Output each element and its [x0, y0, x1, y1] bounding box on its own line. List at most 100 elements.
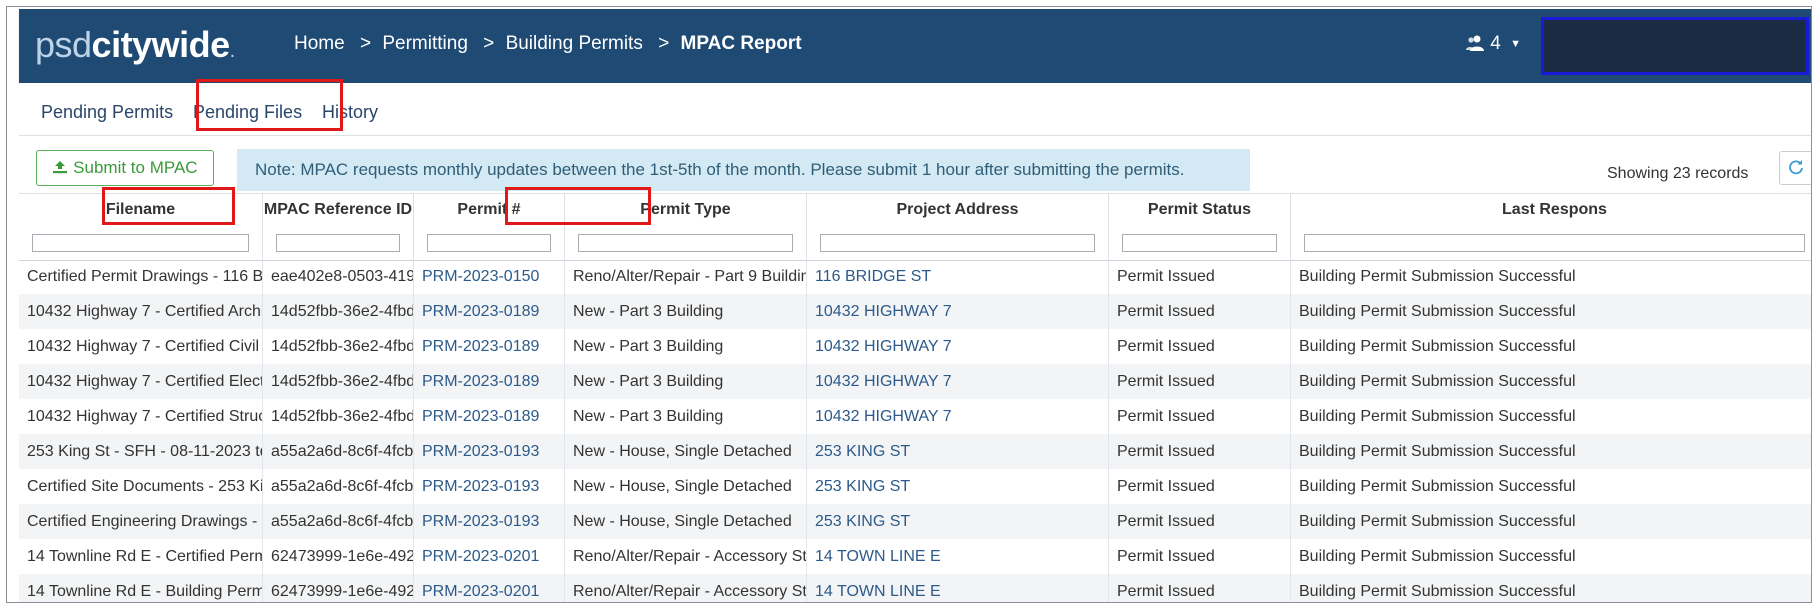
cell-filename: 10432 Highway 7 - Certified Structu... — [19, 399, 263, 434]
cell-project-address[interactable]: 10432 HIGHWAY 7 — [807, 399, 1109, 434]
cell-permit-number[interactable]: PRM-2023-0193 — [414, 504, 565, 539]
cell-permit-number[interactable]: PRM-2023-0189 — [414, 329, 565, 364]
table-row[interactable]: Certified Permit Drawings - 116 Bri... ea… — [19, 259, 1811, 294]
cell-permit-number[interactable]: PRM-2023-0150 — [414, 259, 565, 294]
column-header[interactable]: MPAC Reference ID — [263, 194, 414, 260]
upload-icon — [52, 158, 73, 177]
cell-last-response: Building Permit Submission Successful — [1291, 364, 1811, 399]
cell-permit-number[interactable]: PRM-2023-0189 — [414, 364, 565, 399]
files-table: Filename MPAC Reference ID Permit # Perm… — [19, 193, 1811, 602]
cell-mpac-reference: 14d52fbb-36e2-4fbd... — [263, 399, 414, 434]
cell-project-address[interactable]: 14 TOWN LINE E — [807, 539, 1109, 574]
cell-project-address[interactable]: 10432 HIGHWAY 7 — [807, 329, 1109, 364]
cell-permit-status: Permit Issued — [1109, 574, 1291, 602]
cell-mpac-reference: eae402e8-0503-419... — [263, 259, 414, 294]
submit-to-mpac-button[interactable]: Submit to MPAC — [36, 150, 214, 186]
cell-project-address[interactable]: 253 KING ST — [807, 434, 1109, 469]
breadcrumb-current: MPAC Report — [680, 33, 802, 54]
filter-input-last-response[interactable] — [1304, 234, 1805, 252]
filter-input-permit-number[interactable] — [427, 234, 551, 252]
cell-project-address[interactable]: 253 KING ST — [807, 469, 1109, 504]
cell-project-address[interactable]: 14 TOWN LINE E — [807, 574, 1109, 602]
breadcrumb-separator: > — [359, 33, 372, 54]
cell-last-response: Building Permit Submission Successful — [1291, 504, 1811, 539]
cell-permit-status: Permit Issued — [1109, 539, 1291, 574]
cell-permit-type: New - House, Single Detached — [565, 434, 807, 469]
cell-permit-number[interactable]: PRM-2023-0201 — [414, 539, 565, 574]
cell-permit-type: New - Part 3 Building — [565, 399, 807, 434]
cell-last-response: Building Permit Submission Successful — [1291, 329, 1811, 364]
cell-last-response: Building Permit Submission Successful — [1291, 434, 1811, 469]
table-row[interactable]: 10432 Highway 7 - Certified Civil Dr...1… — [19, 329, 1811, 364]
table-row[interactable]: Certified Site Documents - 253 King...a5… — [19, 469, 1811, 504]
column-header[interactable]: Last Respons — [1291, 194, 1811, 260]
filter-input-project-address[interactable] — [820, 234, 1095, 252]
info-note: Note: MPAC requests monthly updates betw… — [237, 149, 1250, 191]
table-row[interactable]: 10432 Highway 7 - Certified Structu...14… — [19, 399, 1811, 434]
cell-filename: 14 Townline Rd E - Building Permit.... — [19, 574, 263, 602]
table-row[interactable]: 10432 Highway 7 - Certified Electric...1… — [19, 364, 1811, 399]
cell-permit-number[interactable]: PRM-2023-0193 — [414, 434, 565, 469]
table-row[interactable]: 10432 Highway 7 - Certified Archite...14… — [19, 294, 1811, 329]
cell-permit-status: Permit Issued — [1109, 399, 1291, 434]
breadcrumb-building-permits[interactable]: Building Permits — [506, 33, 643, 54]
cell-project-address[interactable]: 253 KING ST — [807, 504, 1109, 539]
cell-mpac-reference: 14d52fbb-36e2-4fbd... — [263, 329, 414, 364]
cell-project-address[interactable]: 10432 HIGHWAY 7 — [807, 364, 1109, 399]
users-icon — [1465, 33, 1490, 54]
cell-project-address[interactable]: 10432 HIGHWAY 7 — [807, 294, 1109, 329]
cell-filename: Certified Permit Drawings - 116 Bri... — [19, 259, 263, 294]
cell-permit-number[interactable]: PRM-2023-0193 — [414, 469, 565, 504]
record-count: Showing 23 records — [1607, 165, 1749, 182]
tab-pending-permits[interactable]: Pending Permits — [41, 101, 173, 123]
cell-permit-status: Permit Issued — [1109, 364, 1291, 399]
filter-input-mpac-reference[interactable] — [276, 234, 400, 252]
highlight-box-permit-number — [505, 187, 651, 225]
cell-project-address[interactable]: 116 BRIDGE ST — [807, 259, 1109, 294]
cell-permit-type: New - Part 3 Building — [565, 329, 807, 364]
cell-mpac-reference: a55a2a6d-8c6f-4fcb-... — [263, 434, 414, 469]
cell-permit-status: Permit Issued — [1109, 259, 1291, 294]
cell-permit-type: Reno/Alter/Repair - Accessory Stru... — [565, 574, 807, 602]
filter-input-permit-type[interactable] — [578, 234, 793, 252]
table-row[interactable]: Certified Engineering Drawings - 25...a5… — [19, 504, 1811, 539]
cell-last-response: Building Permit Submission Successful — [1291, 469, 1811, 504]
cell-filename: 10432 Highway 7 - Certified Civil Dr... — [19, 329, 263, 364]
cell-last-response: Building Permit Submission Successful — [1291, 399, 1811, 434]
table-row[interactable]: 14 Townline Rd E - Building Permit....62… — [19, 574, 1811, 602]
cell-mpac-reference: 14d52fbb-36e2-4fbd... — [263, 364, 414, 399]
cell-filename: 14 Townline Rd E - Certified Permit ... — [19, 539, 263, 574]
refresh-button[interactable] — [1779, 151, 1811, 185]
cell-permit-number[interactable]: PRM-2023-0201 — [414, 574, 565, 602]
refresh-icon — [1788, 159, 1804, 176]
filter-input-filename[interactable] — [32, 234, 249, 252]
table-row[interactable]: 253 King St - SFH - 08-11-2023 td.... a55… — [19, 434, 1811, 469]
breadcrumb-home[interactable]: Home — [294, 33, 345, 54]
cell-permit-number[interactable]: PRM-2023-0189 — [414, 399, 565, 434]
filter-input-permit-status[interactable] — [1122, 234, 1277, 252]
highlight-box-pending-files — [196, 79, 343, 131]
top-navbar: psdcitywide. Home > Permitting > Buildin… — [19, 9, 1811, 83]
breadcrumb-permitting[interactable]: Permitting — [382, 33, 468, 54]
cell-permit-number[interactable]: PRM-2023-0189 — [414, 294, 565, 329]
logo[interactable]: psdcitywide. — [35, 27, 235, 69]
cell-permit-type: Reno/Alter/Repair - Part 9 Building ... — [565, 259, 807, 294]
cell-permit-type: New - House, Single Detached — [565, 469, 807, 504]
cell-permit-status: Permit Issued — [1109, 329, 1291, 364]
table-row[interactable]: 14 Townline Rd E - Certified Permit ...6… — [19, 539, 1811, 574]
user-account-box[interactable] — [1541, 17, 1809, 75]
breadcrumb: Home > Permitting > Building Permits > M… — [294, 33, 802, 55]
column-header[interactable]: Permit Status — [1109, 194, 1291, 260]
column-header[interactable]: Project Address — [807, 194, 1109, 260]
cell-mpac-reference: 62473999-1e6e-492... — [263, 574, 414, 602]
app-frame: psdcitywide. Home > Permitting > Buildin… — [6, 6, 1812, 603]
chevron-down-icon: ▼ — [1510, 38, 1522, 50]
cell-last-response: Building Permit Submission Successful — [1291, 294, 1811, 329]
cell-mpac-reference: a55a2a6d-8c6f-4fcb-... — [263, 504, 414, 539]
cell-permit-type: New - Part 3 Building — [565, 364, 807, 399]
user-menu[interactable]: 4 ▼ — [1465, 33, 1521, 55]
cell-mpac-reference: a55a2a6d-8c6f-4fcb-... — [263, 469, 414, 504]
table-header: Filename MPAC Reference ID Permit # Perm… — [19, 193, 1811, 261]
cell-permit-status: Permit Issued — [1109, 504, 1291, 539]
cell-permit-status: Permit Issued — [1109, 469, 1291, 504]
